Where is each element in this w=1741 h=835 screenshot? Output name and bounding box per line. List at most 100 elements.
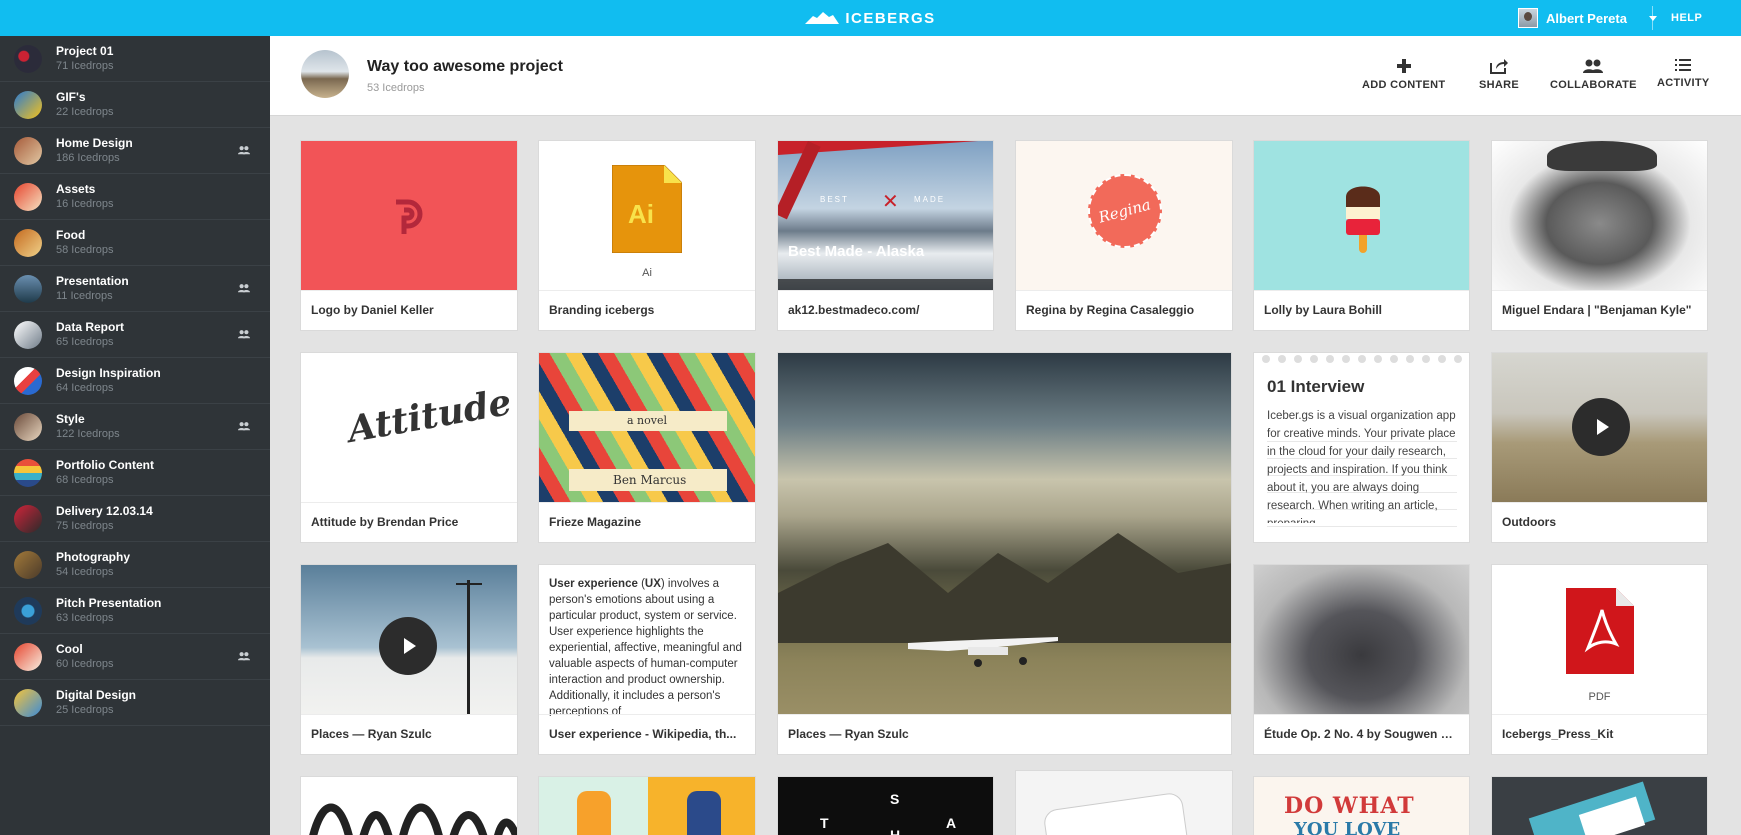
collaborate-button[interactable]: COLLABORATE bbox=[1550, 58, 1637, 91]
sidebar-item-text: Assets 16 Icedrops bbox=[56, 182, 113, 211]
card-places-small[interactable]: Places — Ryan Szulc bbox=[300, 564, 518, 755]
sidebar-item[interactable]: Presentation 11 Icedrops bbox=[0, 266, 270, 312]
card-image: Attitude bbox=[301, 353, 517, 503]
card-outdoors[interactable]: Outdoors bbox=[1491, 352, 1708, 543]
add-content-button[interactable]: ADD CONTENT bbox=[1362, 58, 1445, 91]
sidebar-item-thumbnail bbox=[14, 90, 42, 119]
sidebar-item-label: Home Design bbox=[56, 136, 133, 150]
card-caption: Miguel Endara | "Benjaman Kyle" bbox=[1492, 290, 1707, 330]
sidebar-item[interactable]: Digital Design 25 Icedrops bbox=[0, 680, 270, 726]
project-avatar bbox=[301, 50, 349, 98]
card-image bbox=[1492, 353, 1707, 503]
brand-name: ICEBERGS bbox=[845, 9, 936, 27]
project-header: Way too awesome project 53 Icedrops ADD … bbox=[270, 36, 1741, 116]
sidebar-item-label: Project 01 bbox=[56, 44, 114, 58]
card-caption: ak12.bestmadeco.com/ bbox=[778, 290, 993, 330]
play-icon[interactable] bbox=[1572, 398, 1630, 456]
sidebar-item[interactable]: GIF's 22 Icedrops bbox=[0, 82, 270, 128]
sidebar-item[interactable]: Delivery 12.03.14 75 Icedrops bbox=[0, 496, 270, 542]
card-regina[interactable]: Regina Regina by Regina Casaleggio bbox=[1015, 140, 1233, 331]
shared-users-icon bbox=[238, 330, 250, 339]
sidebar-item-count: 54 Icedrops bbox=[56, 566, 114, 578]
shared-users-icon bbox=[238, 422, 250, 431]
card-do-what-you-love[interactable]: DO WHAT YOU LOVE bbox=[1253, 776, 1470, 835]
card-etude[interactable]: Étude Op. 2 No. 4 by Sougwen C... bbox=[1253, 564, 1470, 755]
sidebar-item-text: Presentation 11 Icedrops bbox=[56, 274, 129, 303]
card-lettering[interactable] bbox=[300, 776, 518, 835]
card-attitude[interactable]: Attitude Attitude by Brendan Price bbox=[300, 352, 518, 543]
sidebar-item-text: GIF's 22 Icedrops bbox=[56, 90, 113, 119]
help-link[interactable]: HELP bbox=[1671, 12, 1702, 24]
sidebar-item[interactable]: Project 01 71 Icedrops bbox=[0, 36, 270, 82]
sidebar-item-text: Delivery 12.03.14 75 Icedrops bbox=[56, 504, 153, 533]
user-name: Albert Pereta bbox=[1546, 10, 1627, 26]
sidebar-item-text: Project 01 71 Icedrops bbox=[56, 44, 113, 73]
user-avatar bbox=[1518, 8, 1538, 28]
sidebar-item[interactable]: Style 122 Icedrops bbox=[0, 404, 270, 450]
overlay-title: Best Made - Alaska bbox=[788, 243, 925, 260]
iceberg-icon bbox=[805, 12, 840, 24]
sidebar-item[interactable]: Data Report 65 Icedrops bbox=[0, 312, 270, 358]
sidebar-item-label: Food bbox=[56, 228, 86, 242]
sidebar-item[interactable]: Photography 54 Icedrops bbox=[0, 542, 270, 588]
sidebar-item[interactable]: Cool 60 Icedrops bbox=[0, 634, 270, 680]
card-illustration-pair[interactable] bbox=[538, 776, 756, 835]
sidebar: Project 01 71 Icedrops GIF's 22 Icedrops Hom… bbox=[0, 36, 270, 835]
sidebar-item-label: Portfolio Content bbox=[56, 458, 154, 472]
plus-icon bbox=[1396, 59, 1411, 73]
sidebar-item[interactable]: Home Design 186 Icedrops bbox=[0, 128, 270, 174]
card-places-large[interactable]: Places — Ryan Szulc bbox=[777, 352, 1232, 755]
card-image: PDF bbox=[1492, 565, 1707, 715]
card-image bbox=[1492, 141, 1707, 291]
card-miguel-endara[interactable]: Miguel Endara | "Benjaman Kyle" bbox=[1491, 140, 1708, 331]
card-user-experience[interactable]: User experience (UX) involves a person's… bbox=[538, 564, 756, 755]
frieze-line2: Ben Marcus bbox=[613, 473, 687, 487]
sidebar-item-count: 58 Icedrops bbox=[56, 244, 114, 256]
card-tsha-poster[interactable]: S T H A bbox=[777, 776, 994, 835]
card-image: BEST ✕ MADE Best Made - Alaska bbox=[778, 141, 993, 291]
poster-headline: DO WHAT bbox=[1284, 793, 1415, 819]
card-image bbox=[778, 353, 1231, 715]
sidebar-item[interactable]: Portfolio Content 68 Icedrops bbox=[0, 450, 270, 496]
sidebar-item[interactable]: Food 58 Icedrops bbox=[0, 220, 270, 266]
sidebar-item-text: Data Report 65 Icedrops bbox=[56, 320, 124, 349]
popsicle-icon bbox=[1346, 186, 1380, 253]
page-title: Way too awesome project bbox=[367, 58, 563, 75]
sidebar-item[interactable]: Assets 16 Icedrops bbox=[0, 174, 270, 220]
play-icon[interactable] bbox=[379, 617, 437, 675]
file-type-label: Ai bbox=[642, 267, 652, 279]
sidebar-item[interactable]: Pitch Presentation 63 Icedrops bbox=[0, 588, 270, 634]
brand-logo[interactable]: ICEBERGS bbox=[0, 0, 1741, 36]
card-branding-icebergs[interactable]: Ai Ai Branding icebergs bbox=[538, 140, 756, 331]
sidebar-item-thumbnail bbox=[14, 550, 42, 579]
card-frieze-magazine[interactable]: a novel Ben Marcus Frieze Magazine bbox=[538, 352, 756, 543]
sidebar-item-text: Design Inspiration 64 Icedrops bbox=[56, 366, 161, 395]
user-menu[interactable]: Albert Pereta bbox=[1518, 6, 1657, 30]
card-phone-mockup[interactable] bbox=[1015, 770, 1233, 835]
card-lolly[interactable]: Lolly by Laura Bohill bbox=[1253, 140, 1470, 331]
sidebar-item-text: Cool 60 Icedrops bbox=[56, 642, 113, 671]
card-interview-note[interactable]: 01 Interview Iceber.gs is a visual organ… bbox=[1253, 352, 1470, 543]
shared-users-icon bbox=[238, 652, 250, 661]
card-press-kit[interactable]: PDF Icebergs_Press_Kit bbox=[1491, 564, 1708, 755]
list-icon bbox=[1675, 59, 1692, 71]
share-button[interactable]: SHARE bbox=[1479, 58, 1519, 91]
sidebar-item-count: 71 Icedrops bbox=[56, 60, 114, 72]
card-caption: Lolly by Laura Bohill bbox=[1254, 290, 1469, 330]
sidebar-item-count: 63 Icedrops bbox=[56, 612, 114, 624]
card-dark-ui[interactable] bbox=[1491, 776, 1708, 835]
attitude-art: Attitude bbox=[344, 380, 515, 452]
poster-letter: S bbox=[890, 791, 900, 807]
sidebar-item-thumbnail bbox=[14, 688, 42, 717]
sidebar-item-thumbnail bbox=[14, 44, 42, 73]
card-bestmade[interactable]: BEST ✕ MADE Best Made - Alaska ak12.best… bbox=[777, 140, 994, 331]
card-logo-daniel-keller[interactable]: Logo by Daniel Keller bbox=[300, 140, 518, 331]
sidebar-item[interactable]: Design Inspiration 64 Icedrops bbox=[0, 358, 270, 404]
sidebar-item-label: Delivery 12.03.14 bbox=[56, 504, 153, 518]
activity-button[interactable]: ACTIVITY bbox=[1657, 58, 1710, 89]
sidebar-item-text: Food 58 Icedrops bbox=[56, 228, 113, 257]
sidebar-item-count: 64 Icedrops bbox=[56, 382, 114, 394]
sidebar-item-label: Data Report bbox=[56, 320, 125, 334]
card-caption: Places — Ryan Szulc bbox=[778, 714, 1231, 754]
shared-users-icon bbox=[238, 146, 250, 155]
